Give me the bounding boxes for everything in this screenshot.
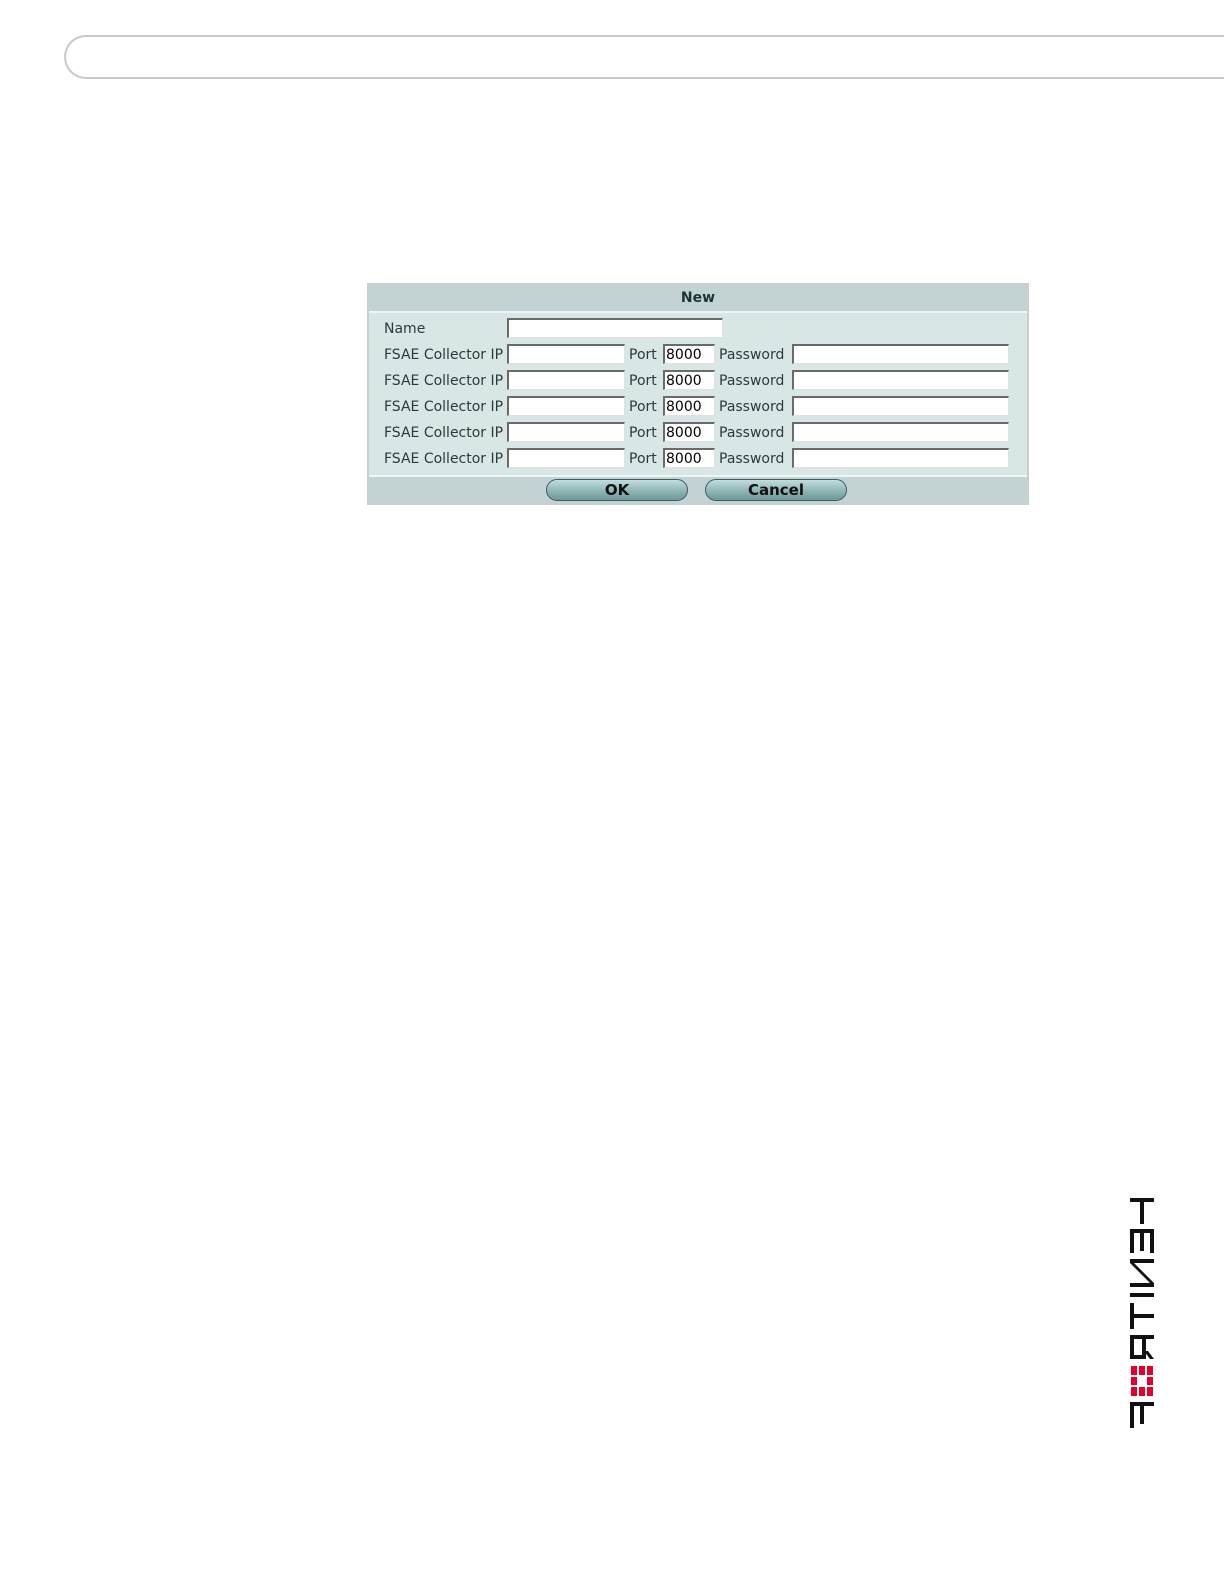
collector-ip-input[interactable] <box>507 448 625 468</box>
collector-ip-label: FSAE Collector IP <box>384 451 504 467</box>
collector-ip-input[interactable] <box>507 396 625 416</box>
port-label: Port <box>629 451 657 467</box>
port-label: Port <box>629 373 657 389</box>
fortinet-logo <box>1130 1195 1156 1430</box>
port-label: Port <box>629 347 657 363</box>
collector-ip-label: FSAE Collector IP <box>384 347 504 363</box>
dialog-title: New <box>369 285 1027 313</box>
collector-ip-input[interactable] <box>507 422 625 442</box>
name-row: Name <box>369 318 1027 340</box>
password-input[interactable] <box>792 344 1009 364</box>
collector-ip-label: FSAE Collector IP <box>384 399 504 415</box>
collector-row: FSAE Collector IP Port Password <box>369 448 1027 470</box>
port-label: Port <box>629 399 657 415</box>
collector-row: FSAE Collector IP Port Password <box>369 344 1027 366</box>
dialog-footer: OK Cancel <box>369 475 1027 503</box>
page-header-bar <box>64 35 1224 79</box>
name-label: Name <box>384 321 426 337</box>
collector-ip-input[interactable] <box>507 370 625 390</box>
new-fsae-dialog: New Name FSAE Collector IP Port Password… <box>367 283 1029 505</box>
collector-ip-input[interactable] <box>507 344 625 364</box>
password-input[interactable] <box>792 448 1009 468</box>
collector-row: FSAE Collector IP Port Password <box>369 396 1027 418</box>
password-label: Password <box>719 347 785 363</box>
port-input[interactable] <box>663 396 715 416</box>
collector-row: FSAE Collector IP Port Password <box>369 422 1027 444</box>
collector-ip-label: FSAE Collector IP <box>384 373 504 389</box>
port-input[interactable] <box>663 448 715 468</box>
port-input[interactable] <box>663 422 715 442</box>
port-input[interactable] <box>663 370 715 390</box>
password-input[interactable] <box>792 396 1009 416</box>
ok-button[interactable]: OK <box>546 479 688 501</box>
password-label: Password <box>719 425 785 441</box>
password-label: Password <box>719 399 785 415</box>
port-label: Port <box>629 425 657 441</box>
password-input[interactable] <box>792 422 1009 442</box>
collector-ip-label: FSAE Collector IP <box>384 425 504 441</box>
collector-row: FSAE Collector IP Port Password <box>369 370 1027 392</box>
password-input[interactable] <box>792 370 1009 390</box>
name-input[interactable] <box>507 318 723 338</box>
password-label: Password <box>719 373 785 389</box>
cancel-button[interactable]: Cancel <box>705 479 847 501</box>
port-input[interactable] <box>663 344 715 364</box>
password-label: Password <box>719 451 785 467</box>
